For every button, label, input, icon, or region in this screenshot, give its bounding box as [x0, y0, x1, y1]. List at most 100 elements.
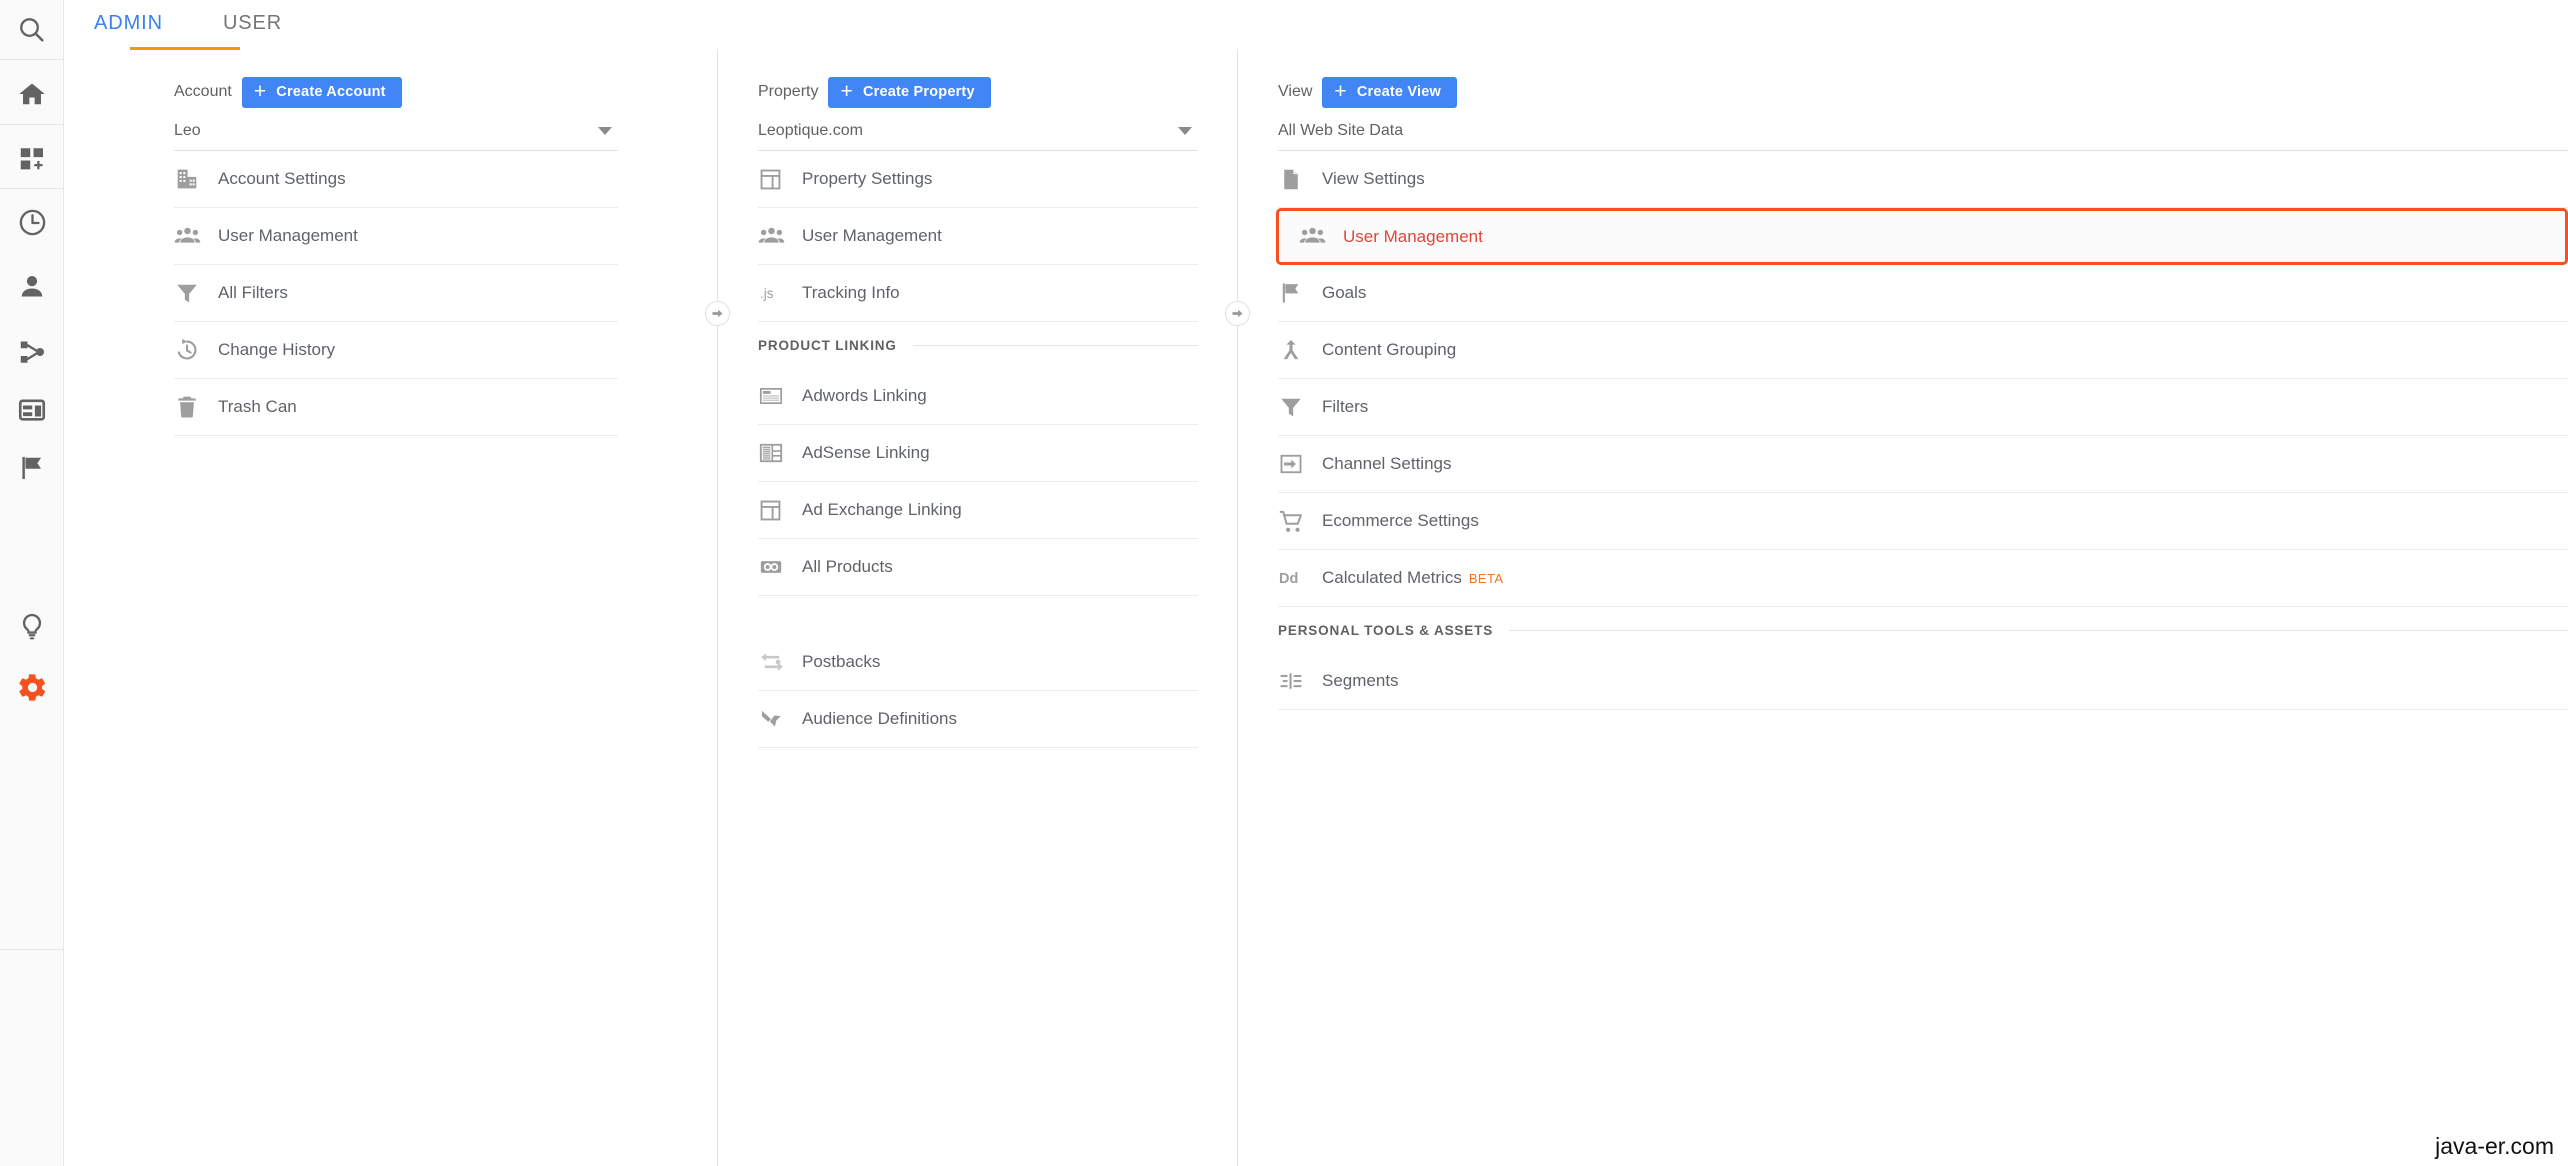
view-item-view-settings[interactable]: View Settings: [1278, 151, 2568, 208]
js-icon: .js: [758, 280, 802, 306]
rail-divider: [0, 124, 64, 125]
audience-person-icon: [21, 276, 43, 297]
sidebar-item-realtime[interactable]: [0, 192, 64, 252]
audience-definitions-icon: [758, 706, 802, 732]
account-item-label: Account Settings: [218, 169, 346, 188]
create-property-button[interactable]: + Create Property: [828, 76, 991, 108]
left-nav-rail: [0, 0, 64, 1166]
view-item-calculated-metrics[interactable]: Dd Calculated Metrics BETA: [1278, 550, 2568, 607]
view-item-ecommerce-settings[interactable]: Ecommerce Settings: [1278, 493, 2568, 550]
customization-icon: [20, 148, 43, 170]
property-item-adwords-linking[interactable]: Adwords Linking: [758, 368, 1198, 425]
home-icon: [19, 83, 45, 105]
layout-icon: [758, 167, 802, 192]
property-item-all-products[interactable]: All Products: [758, 539, 1198, 596]
sidebar-item-search[interactable]: [0, 0, 64, 60]
account-selected-value: Leo: [174, 121, 201, 139]
sidebar-item-home[interactable]: [0, 64, 64, 124]
account-item-trash-can[interactable]: Trash Can: [174, 379, 618, 436]
people-icon: [758, 223, 802, 250]
account-label: Account: [174, 83, 232, 100]
admin-columns: Account + Create Account Leo Account Set…: [64, 49, 2568, 1166]
sidebar-item-behavior[interactable]: [0, 380, 64, 440]
personal-tools-section-header: PERSONAL TOOLS & ASSETS: [1278, 607, 2568, 653]
property-item-adsense-linking[interactable]: AdSense Linking: [758, 425, 1198, 482]
account-item-user-management[interactable]: User Management: [174, 208, 618, 265]
personal-tools-list: Segments: [1278, 653, 2568, 710]
view-item-segments[interactable]: Segments: [1278, 653, 2568, 710]
view-item-user-management[interactable]: User Management: [1276, 208, 2568, 265]
discover-bulb-icon: [22, 613, 42, 640]
property-item-tracking-info[interactable]: .js Tracking Info: [758, 265, 1198, 322]
view-column-header: View + Create View: [1278, 73, 2568, 111]
account-column: Account + Create Account Leo Account Set…: [64, 49, 730, 1166]
property-selector[interactable]: Leoptique.com: [758, 111, 1198, 151]
create-account-button[interactable]: + Create Account: [241, 76, 402, 108]
property-item-user-management[interactable]: User Management: [758, 208, 1198, 265]
view-item-label: Calculated Metrics: [1322, 568, 1462, 587]
acquisition-share-icon: [20, 341, 44, 363]
funnel-icon: [174, 280, 218, 306]
view-column: View + Create View All Web Site Data Vie…: [1238, 49, 2568, 1166]
property-item-label: Adwords Linking: [802, 386, 927, 405]
view-label: View: [1278, 83, 1313, 100]
building-icon: [174, 166, 218, 192]
view-item-filters[interactable]: Filters: [1278, 379, 2568, 436]
layout-icon: [758, 498, 802, 523]
view-item-content-grouping[interactable]: Content Grouping: [1278, 322, 2568, 379]
property-item-label: Postbacks: [802, 652, 881, 671]
section-rule: [1509, 629, 2568, 631]
property-item-label: Tracking Info: [802, 283, 900, 302]
property-item-audience-definitions[interactable]: Audience Definitions: [758, 691, 1198, 748]
sidebar-item-discover[interactable]: [0, 597, 64, 657]
account-selector[interactable]: Leo: [174, 111, 618, 151]
create-account-label: Create Account: [276, 84, 386, 100]
chevron-down-icon: [1178, 126, 1192, 135]
tab-admin[interactable]: ADMIN: [64, 0, 193, 47]
conversions-flag-icon: [22, 457, 41, 479]
admin-page: ADMIN USER Account + Create Account Leo: [0, 0, 2568, 1166]
property-item-label: Ad Exchange Linking: [802, 500, 962, 519]
property-selected-value: Leoptique.com: [758, 121, 863, 139]
property-item-postbacks[interactable]: Postbacks: [758, 634, 1198, 691]
flag-icon: [1278, 280, 1322, 306]
adsense-icon: [758, 440, 802, 466]
sidebar-item-acquisition[interactable]: [0, 322, 64, 382]
rail-divider: [0, 949, 64, 950]
sidebar-item-customization[interactable]: [0, 129, 64, 189]
view-item-label: Channel Settings: [1322, 454, 1452, 473]
account-item-all-filters[interactable]: All Filters: [174, 265, 618, 322]
account-item-change-history[interactable]: Change History: [174, 322, 618, 379]
view-item-channel-settings[interactable]: Channel Settings: [1278, 436, 2568, 493]
account-item-account-settings[interactable]: Account Settings: [174, 151, 618, 208]
channel-icon: [1278, 451, 1322, 477]
people-icon: [174, 223, 218, 250]
dd-icon: Dd: [1278, 565, 1322, 591]
property-item-ad-exchange-linking[interactable]: Ad Exchange Linking: [758, 482, 1198, 539]
sidebar-item-conversions[interactable]: [0, 438, 64, 498]
view-item-label: Goals: [1322, 283, 1367, 302]
product-linking-label: PRODUCT LINKING: [758, 337, 897, 353]
segments-icon: [1278, 668, 1322, 694]
property-extra-list: Postbacks Audience Definitions: [758, 634, 1198, 748]
view-selector[interactable]: All Web Site Data: [1278, 111, 2568, 151]
link-chain-icon: [758, 554, 802, 580]
property-item-property-settings[interactable]: Property Settings: [758, 151, 1198, 208]
tab-user[interactable]: USER: [193, 0, 312, 47]
view-item-goals[interactable]: Goals: [1278, 265, 2568, 322]
account-item-list: Account Settings User Management All Fil…: [174, 151, 618, 436]
create-view-button[interactable]: + Create View: [1322, 76, 1458, 108]
property-item-label: Property Settings: [802, 169, 933, 188]
account-item-label: Change History: [218, 340, 336, 359]
view-item-label: Ecommerce Settings: [1322, 511, 1479, 530]
property-item-label: Audience Definitions: [802, 709, 957, 728]
sidebar-item-admin[interactable]: [0, 657, 64, 717]
account-column-header: Account + Create Account: [174, 73, 618, 111]
plus-icon: +: [1334, 79, 1347, 103]
sidebar-item-audience[interactable]: [0, 256, 64, 316]
product-linking-section-header: PRODUCT LINKING: [758, 322, 1198, 368]
property-item-label: All Products: [802, 557, 893, 576]
view-item-label: Content Grouping: [1322, 340, 1457, 359]
view-selected-value: All Web Site Data: [1278, 121, 1404, 139]
